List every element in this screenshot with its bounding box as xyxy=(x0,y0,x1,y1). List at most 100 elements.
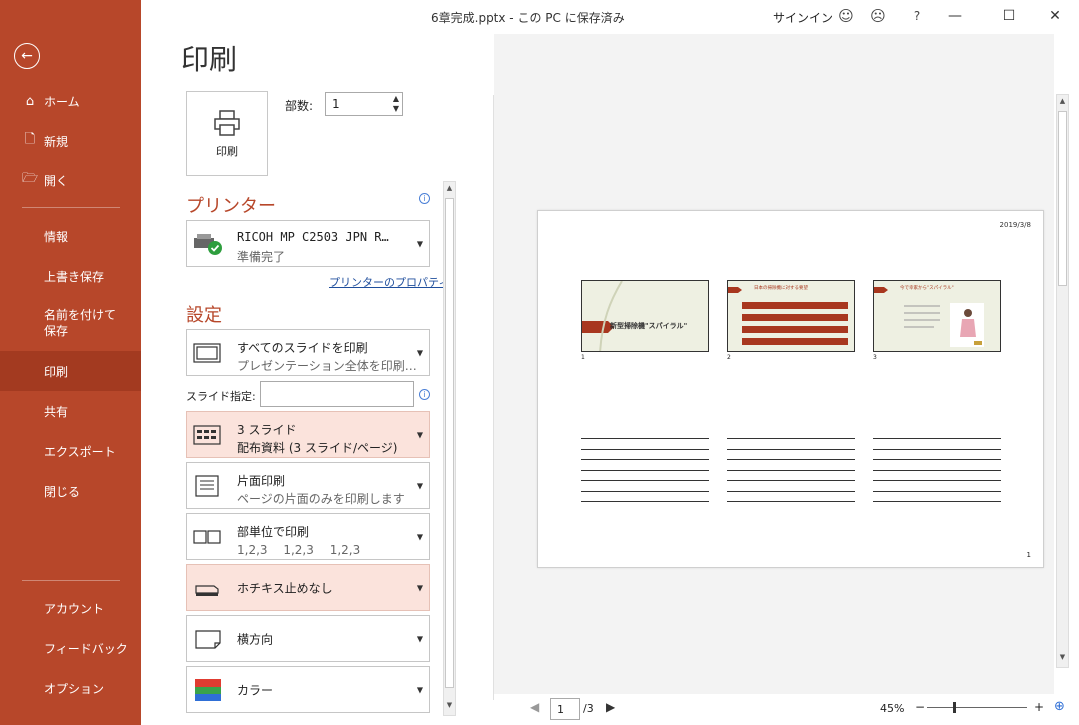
slide-3-art xyxy=(874,287,984,347)
note-lines xyxy=(581,438,709,512)
smile-feedback-icon[interactable]: ☺ xyxy=(836,6,856,26)
sidebar-item-export[interactable]: エクスポート xyxy=(0,433,141,469)
sides-dropdown[interactable]: 片面印刷 ページの片面のみを印刷します ▼ xyxy=(186,462,430,509)
sidebar-item-save[interactable]: 上書き保存 xyxy=(0,258,141,294)
scroll-up-icon[interactable]: ▲ xyxy=(444,184,455,196)
settings-heading: 設定 xyxy=(186,305,222,326)
zoom-out-icon[interactable]: − xyxy=(915,700,925,714)
all-slides-icon xyxy=(193,342,221,363)
color-dropdown[interactable]: カラー ▼ xyxy=(186,666,430,713)
scroll-down-icon[interactable]: ▼ xyxy=(444,701,455,713)
sidebar-item-options[interactable]: オプション xyxy=(0,670,141,706)
print-button-label: 印刷 xyxy=(216,144,238,158)
sidebar-item-home[interactable]: ⌂ ホーム xyxy=(0,83,141,119)
slide-thumbnail: 新型掃除機"スパイラル" xyxy=(581,280,709,352)
printer-status: 準備完了 xyxy=(237,250,286,264)
chevron-down-icon: ▼ xyxy=(416,239,423,248)
slide-3-title: 今で幸家から"スパイラル" xyxy=(900,286,954,291)
scrollbar-thumb[interactable] xyxy=(1058,111,1067,286)
zoom-level[interactable]: 45% xyxy=(880,702,904,715)
staple-dropdown[interactable]: ホチキス止めなし ▼ xyxy=(186,564,430,611)
next-page-icon[interactable]: ▶ xyxy=(606,700,615,714)
page-number-input[interactable]: 1 xyxy=(550,698,580,720)
sidebar-item-new[interactable]: 🗋 新規 xyxy=(0,123,141,159)
sidebar-item-save-as[interactable]: 名前を付けて保存 xyxy=(0,300,141,346)
scrollbar-thumb[interactable] xyxy=(445,198,454,688)
slide-thumbnail: 今で幸家から"スパイラル" xyxy=(873,280,1001,352)
sidebar-item-info[interactable]: 情報 xyxy=(0,218,141,254)
prev-page-icon[interactable]: ◀ xyxy=(530,700,539,714)
sidebar-item-open[interactable]: 🗁 開く xyxy=(0,162,141,198)
slide-thumbnail: 日本の掃除機に対する要望 xyxy=(727,280,855,352)
sign-in-link[interactable]: サインイン xyxy=(773,9,833,26)
settings-scrollbar[interactable]: ▲ ▼ xyxy=(443,181,456,716)
printer-name: RICOH MP C2503 JPN R… xyxy=(237,230,389,244)
spin-arrows-icon[interactable]: ▲ ▼ xyxy=(393,94,399,114)
sidebar-item-account[interactable]: アカウント xyxy=(0,590,141,626)
home-icon: ⌂ xyxy=(25,93,35,109)
close-button[interactable]: ✕ xyxy=(1038,3,1072,29)
zoom-in-icon[interactable]: + xyxy=(1034,700,1044,714)
info-icon[interactable]: i xyxy=(419,389,430,400)
chevron-down-icon: ▼ xyxy=(416,634,423,643)
sidebar-item-label: オプション xyxy=(44,681,105,696)
printer-properties-link[interactable]: プリンターのプロパティ xyxy=(329,274,449,290)
page-number: 1 xyxy=(1026,551,1031,559)
scroll-down-icon[interactable]: ▼ xyxy=(1057,653,1068,665)
scroll-up-icon[interactable]: ▲ xyxy=(1057,97,1068,109)
orientation-dropdown[interactable]: 横方向 ▼ xyxy=(186,615,430,662)
sidebar-item-close[interactable]: 閉じる xyxy=(0,473,141,509)
slide-1-title: 新型掃除機"スパイラル" xyxy=(610,322,688,330)
minimize-button[interactable]: — xyxy=(938,3,972,29)
slide-range-title: すべてのスライドを印刷 xyxy=(237,341,368,355)
collate-title: 部単位で印刷 xyxy=(237,525,310,539)
staple-label: ホチキス止めなし xyxy=(237,581,333,595)
sidebar-item-label: エクスポート xyxy=(44,444,116,459)
sidebar-divider xyxy=(22,207,120,208)
sidebar-item-feedback[interactable]: フィードバック xyxy=(0,630,141,666)
copies-label: 部数: xyxy=(285,99,314,113)
color-icon xyxy=(195,678,221,701)
chevron-down-icon: ▼ xyxy=(416,348,423,357)
sidebar-item-label: 上書き保存 xyxy=(44,269,105,284)
zoom-slider-thumb[interactable] xyxy=(953,702,956,713)
printer-dropdown[interactable]: RICOH MP C2503 JPN R… 準備完了 ▼ xyxy=(186,220,430,267)
slide-number: 1 xyxy=(581,354,585,361)
preview-page: 2019/3/8 新型掃除機"スパイラル" 日本の掃除機に対する要望 今で幸家か… xyxy=(537,210,1044,568)
print-button[interactable]: 印刷 xyxy=(186,91,268,176)
slide-2-title: 日本の掃除機に対する要望 xyxy=(754,286,808,291)
slide-range-dropdown[interactable]: すべてのスライドを印刷 プレゼンテーション全体を印刷… ▼ xyxy=(186,329,430,376)
backstage-sidebar: ← ⌂ ホーム 🗋 新規 🗁 開く 情報 上書き保存 名前を付けて保存 印刷 共有 エ… xyxy=(0,0,141,725)
orientation-label: 横方向 xyxy=(237,632,274,646)
document-title: 6章完成.pptx - この PC に保存済み xyxy=(431,11,625,25)
sidebar-item-label: 新規 xyxy=(44,134,69,149)
printer-heading: プリンター xyxy=(186,196,276,217)
preview-scrollbar[interactable]: ▲ ▼ xyxy=(1056,94,1069,668)
sides-title: 片面印刷 xyxy=(237,474,286,488)
chevron-down-icon: ▼ xyxy=(416,430,423,439)
chevron-down-icon: ▼ xyxy=(416,583,423,592)
fit-to-window-icon[interactable]: ⊕ xyxy=(1054,699,1065,714)
copies-input[interactable]: 1 ▲ ▼ xyxy=(325,92,403,116)
sidebar-item-print[interactable]: 印刷 xyxy=(0,351,141,391)
sidebar-item-label: 名前を付けて保存 xyxy=(44,308,117,338)
slide-spec-input[interactable] xyxy=(260,381,414,407)
note-lines xyxy=(727,438,855,512)
frown-feedback-icon[interactable]: ☹ xyxy=(868,6,888,26)
layout-dropdown[interactable]: 3 スライド 配布資料 (3 スライド/ページ) ▼ xyxy=(186,411,430,458)
zoom-slider[interactable] xyxy=(927,707,1027,708)
chevron-down-icon: ▼ xyxy=(416,685,423,694)
sidebar-item-share[interactable]: 共有 xyxy=(0,393,141,429)
stapler-icon xyxy=(195,584,219,596)
sidebar-item-label: アカウント xyxy=(44,601,105,616)
preview-bottom-bar: ◀ 1 /3 ▶ 45% − + ⊕ xyxy=(494,694,1079,725)
info-icon[interactable]: i xyxy=(419,193,430,204)
sidebar-divider xyxy=(22,580,120,581)
collate-dropdown[interactable]: 部単位で印刷 1,2,3 1,2,3 1,2,3 ▼ xyxy=(186,513,430,560)
slide-2-art xyxy=(728,287,848,345)
back-arrow-icon[interactable]: ← xyxy=(14,43,40,69)
maximize-button[interactable]: ☐ xyxy=(992,3,1026,29)
help-icon[interactable]: ? xyxy=(907,6,927,26)
copies-value: 1 xyxy=(332,97,340,111)
handout-layout-icon xyxy=(193,424,221,445)
